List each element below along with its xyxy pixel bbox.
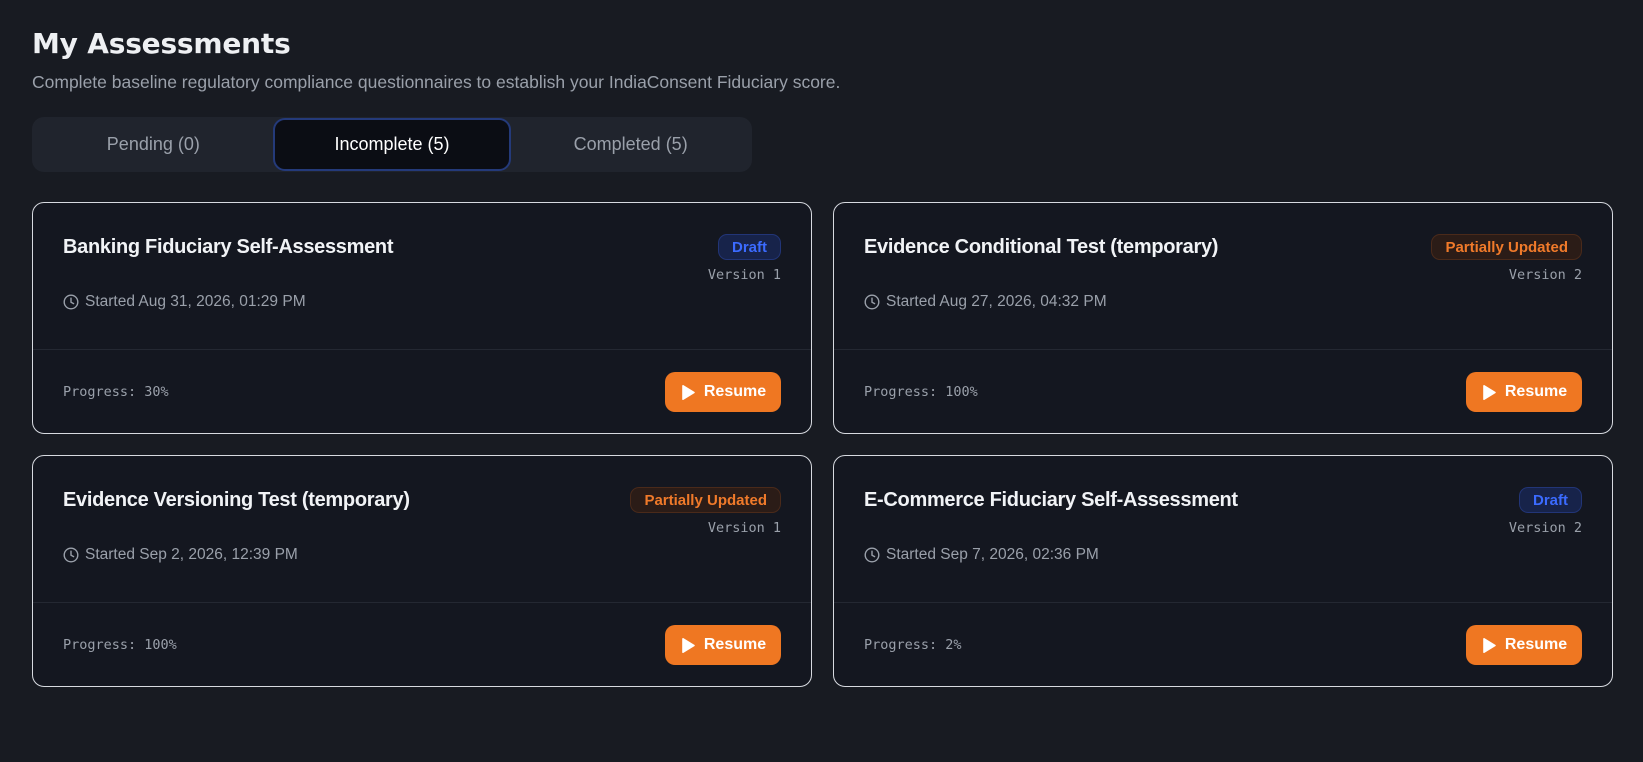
tab-pending[interactable]: Pending (0) — [34, 118, 273, 171]
clock-icon — [63, 547, 79, 563]
resume-label: Resume — [703, 636, 767, 653]
resume-label: Resume — [1504, 383, 1568, 400]
page-subtitle: Complete baseline regulatory compliance … — [32, 72, 841, 92]
progress-text: Progress: 30% — [63, 384, 169, 400]
started-meta: Started Aug 27, 2026, 04:32 PM — [864, 293, 1107, 311]
tab-completed[interactable]: Completed (5) — [511, 118, 750, 171]
progress-text: Progress: 100% — [63, 637, 177, 653]
started-meta: Started Aug 31, 2026, 01:29 PM — [63, 293, 306, 311]
progress-text: Progress: 2% — [864, 637, 962, 653]
resume-button[interactable]: Resume — [1466, 625, 1582, 665]
version-label: Version 2 — [1508, 520, 1582, 536]
assessment-title: E-Commerce Fiduciary Self-Assessment — [864, 489, 1238, 511]
version-label: Version 1 — [707, 267, 781, 283]
version-label: Version 2 — [1508, 267, 1582, 283]
resume-label: Resume — [1504, 636, 1568, 653]
clock-icon — [864, 547, 880, 563]
resume-button[interactable]: Resume — [665, 372, 781, 412]
started-text: Started Aug 31, 2026, 01:29 PM — [85, 293, 306, 310]
tab-incomplete[interactable]: Incomplete (5) — [272, 118, 512, 171]
play-icon — [682, 384, 695, 400]
status-badge: Draft — [1518, 487, 1582, 513]
resume-button[interactable]: Resume — [1466, 372, 1582, 412]
clock-icon — [63, 294, 79, 310]
assessment-title: Banking Fiduciary Self-Assessment — [63, 236, 394, 258]
assessment-grid: Banking Fiduciary Self-Assessment Draft … — [32, 202, 1613, 687]
status-tabs: Pending (0) Incomplete (5) Completed (5) — [32, 117, 752, 172]
play-icon — [682, 637, 695, 653]
started-text: Started Aug 27, 2026, 04:32 PM — [886, 293, 1107, 310]
status-badge: Partially Updated — [1431, 234, 1582, 260]
progress-text: Progress: 100% — [864, 384, 978, 400]
play-icon — [1483, 384, 1496, 400]
assessment-card: Evidence Versioning Test (temporary) Par… — [32, 455, 812, 687]
resume-button[interactable]: Resume — [665, 625, 781, 665]
assessment-card: Banking Fiduciary Self-Assessment Draft … — [32, 202, 812, 434]
assessments-page: My Assessments Complete baseline regulat… — [0, 0, 1643, 762]
started-text: Started Sep 7, 2026, 02:36 PM — [886, 546, 1099, 563]
assessment-card: E-Commerce Fiduciary Self-Assessment Dra… — [833, 455, 1613, 687]
started-meta: Started Sep 7, 2026, 02:36 PM — [864, 546, 1099, 564]
play-icon — [1483, 637, 1496, 653]
version-label: Version 1 — [707, 520, 781, 536]
assessment-card: Evidence Conditional Test (temporary) Pa… — [833, 202, 1613, 434]
status-badge: Partially Updated — [630, 487, 781, 513]
page-title: My Assessments — [32, 27, 291, 60]
status-badge: Draft — [717, 234, 781, 260]
resume-label: Resume — [703, 383, 767, 400]
clock-icon — [864, 294, 880, 310]
started-text: Started Sep 2, 2026, 12:39 PM — [85, 546, 298, 563]
started-meta: Started Sep 2, 2026, 12:39 PM — [63, 546, 298, 564]
